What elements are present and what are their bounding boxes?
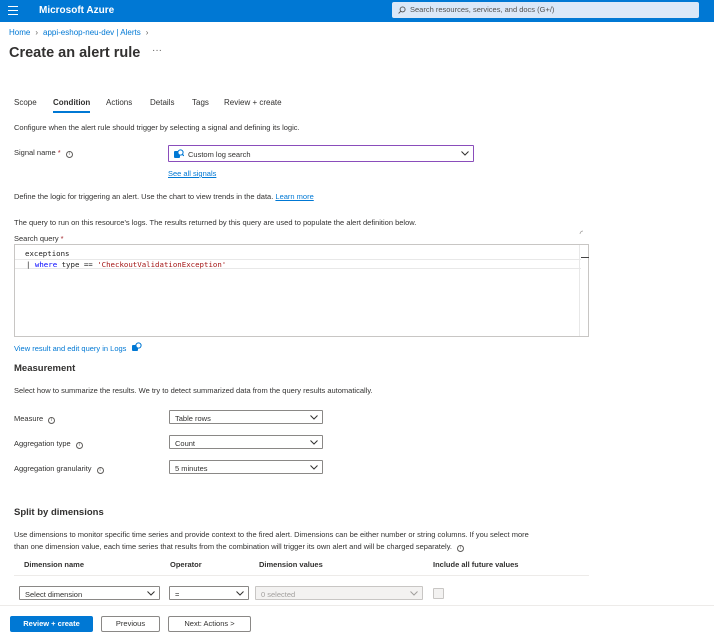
condition-intro: Configure when the alert rule should tri… [14,123,300,132]
review-create-button[interactable]: Review + create [10,616,93,632]
view-logs-link[interactable]: View result and edit query in Logs [14,342,142,353]
signal-name-value: Custom log search [188,150,251,159]
dimension-name-dropdown[interactable]: Select dimension [19,586,160,600]
search-placeholder: Search resources, services, and docs (G+… [410,5,555,14]
query-keyword: where [34,260,58,269]
operator-value: = [175,589,180,599]
previous-button[interactable]: Previous [101,616,160,632]
measurement-intro: Select how to summarize the results. We … [14,386,373,395]
chevron-down-icon [236,591,244,596]
query-line-1: exceptions [25,249,70,258]
aggregation-granularity-value: 5 minutes [175,463,208,473]
breadcrumb-alerts[interactable]: appi-eshop-neu-dev | Alerts [43,28,141,37]
logic-description: Define the logic for triggering an alert… [14,192,314,201]
chevron-right-icon: › [145,28,149,37]
editor-scrollbar[interactable] [579,245,589,336]
logic-text: Define the logic for triggering an alert… [14,192,274,201]
view-logs-text: View result and edit query in Logs [14,344,127,353]
measure-label: Measure i [14,414,56,424]
dimension-name-placeholder: Select dimension [25,589,83,599]
see-all-signals-link[interactable]: See all signals [168,169,216,178]
required-asterisk: * [60,234,64,243]
breadcrumb: Home › appi-eshop-neu-dev | Alerts › [9,28,153,37]
breadcrumb-home[interactable]: Home [9,28,30,37]
operator-dropdown[interactable]: = [169,586,249,600]
aggregation-type-label-text: Aggregation type [14,439,71,448]
measure-dropdown[interactable]: Table rows [169,410,323,424]
tab-actions[interactable]: Actions [106,98,132,107]
menu-icon[interactable] [8,6,18,15]
chevron-down-icon [310,415,318,420]
table-divider [14,575,589,576]
info-icon[interactable]: i [457,545,464,552]
more-options-icon[interactable]: ··· [152,45,162,56]
measure-label-text: Measure [14,414,44,423]
brand-name[interactable]: Microsoft Azure [39,5,114,16]
chevron-down-icon [147,591,155,596]
aggregation-granularity-label: Aggregation granularity i [14,464,104,474]
footer-bar: Review + create Previous Next: Actions > [0,605,714,633]
required-asterisk: * [57,148,61,157]
chevron-right-icon: › [35,28,39,37]
log-search-icon [174,149,184,158]
split-intro-2: than one dimension value, each time seri… [14,542,464,552]
info-icon[interactable]: i [65,151,73,158]
tab-condition[interactable]: Condition [53,98,91,113]
logs-icon [131,342,142,351]
loading-spinner-icon [579,230,584,235]
column-dimension-name: Dimension name [24,560,85,569]
query-string: 'CheckoutValidationException' [97,260,227,269]
chevron-down-icon [461,151,469,156]
column-include-future: Include all future values [433,560,519,569]
search-query-label: Search query * [14,234,64,243]
next-actions-button[interactable]: Next: Actions > [168,616,251,632]
learn-more-link[interactable]: Learn more [275,192,313,201]
tab-details[interactable]: Details [150,98,174,107]
query-intro: The query to run on this resource's logs… [14,218,417,227]
info-icon[interactable]: i [48,417,56,424]
column-operator: Operator [170,560,202,569]
include-future-values-checkbox[interactable] [433,588,444,599]
query-line-2: | where type == 'CheckoutValidationExcep… [15,259,581,269]
aggregation-type-label: Aggregation type i [14,439,83,449]
search-query-text: Search query [14,234,59,243]
signal-name-dropdown[interactable]: Custom log search [168,145,474,162]
chevron-down-icon [310,440,318,445]
split-heading: Split by dimensions [14,507,104,518]
search-query-editor[interactable]: exceptions | where type == 'CheckoutVali… [14,244,589,337]
aggregation-granularity-dropdown[interactable]: 5 minutes [169,460,323,474]
aggregation-granularity-label-text: Aggregation granularity [14,464,92,473]
measurement-heading: Measurement [14,363,76,374]
query-pipe: | [26,260,31,269]
split-intro-1: Use dimensions to monitor specific time … [14,530,529,539]
global-search-input[interactable]: Search resources, services, and docs (G+… [392,2,699,18]
dimension-values-placeholder: 0 selected [261,589,296,599]
page-title: Create an alert rule [9,45,141,61]
tab-scope[interactable]: Scope [14,98,37,107]
query-field: type == [57,260,98,269]
split-intro-2-text: than one dimension value, each time seri… [14,542,452,551]
search-icon [398,6,406,14]
top-bar: Microsoft Azure Search resources, servic… [0,0,714,22]
tab-review-create[interactable]: Review + create [224,98,282,107]
signal-name-label: Signal name * i [14,148,73,158]
chevron-down-icon [310,465,318,470]
measure-value: Table rows [175,413,211,423]
signal-name-text: Signal name [14,148,56,157]
aggregation-type-value: Count [175,438,196,448]
chevron-down-icon [410,591,418,596]
column-dimension-values: Dimension values [259,560,323,569]
info-icon[interactable]: i [75,442,83,449]
tab-tags[interactable]: Tags [192,98,209,107]
info-icon[interactable]: i [96,467,104,474]
aggregation-type-dropdown[interactable]: Count [169,435,323,449]
dimension-values-dropdown[interactable]: 0 selected [255,586,423,600]
query-line-2-text: | where type == 'CheckoutValidationExcep… [26,260,226,269]
